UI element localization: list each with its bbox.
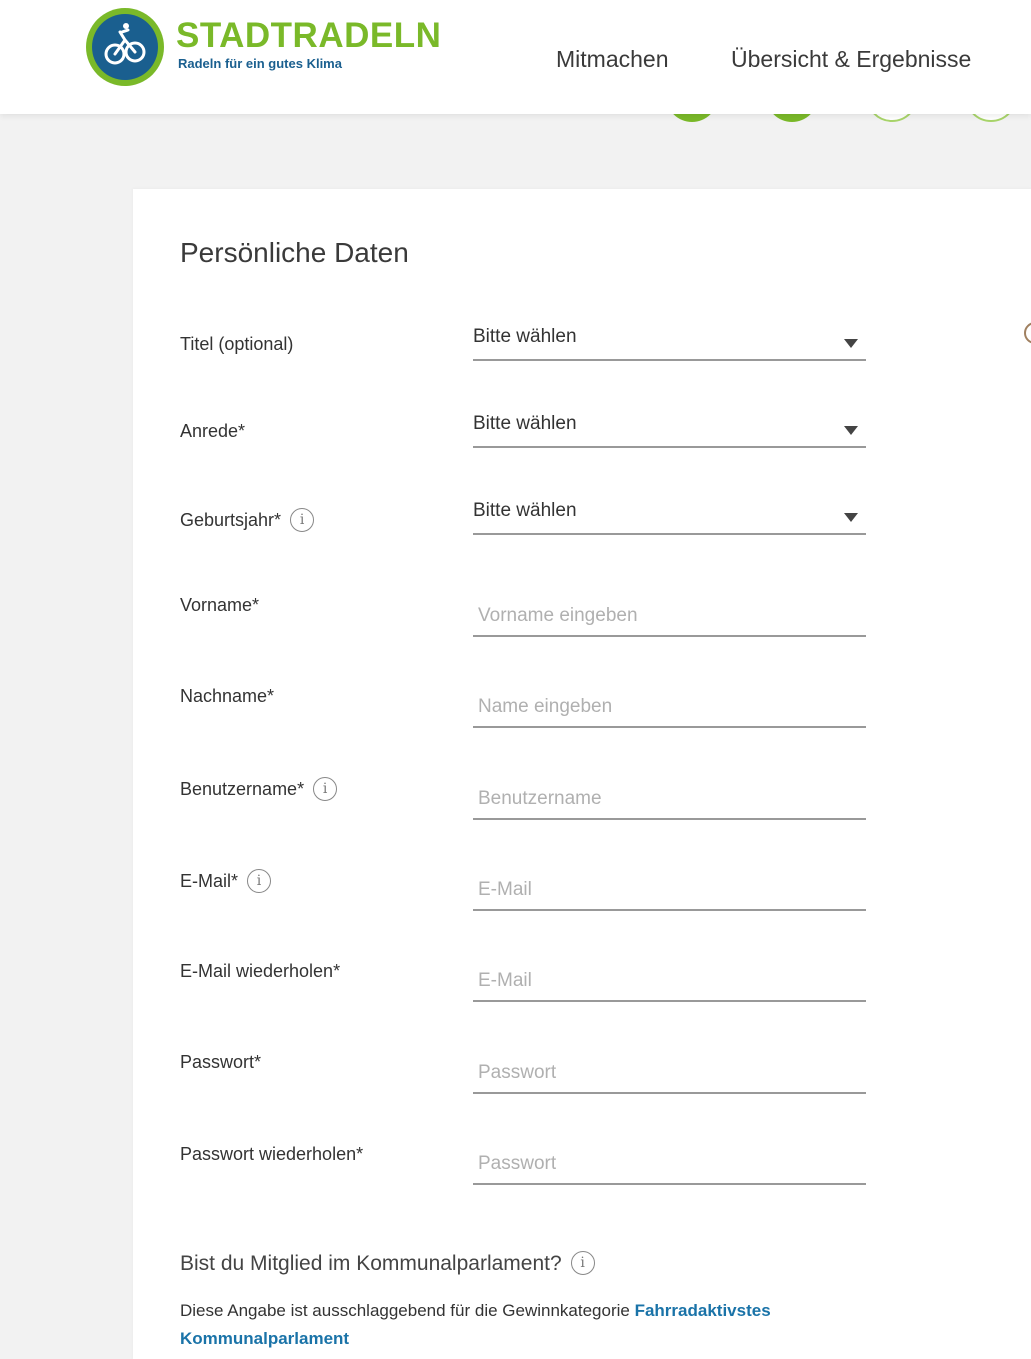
email-input[interactable] [473,871,866,911]
dropdown-arrow-icon [844,426,858,435]
vorname-input[interactable] [473,597,866,637]
brand-name: STADTRADELN [176,16,442,55]
password-input[interactable] [473,1054,866,1094]
brand-tagline: Radeln für ein gutes Klima [178,56,342,71]
kommunalparlament-question: Bist du Mitglied im Kommunalparlament? i [180,1251,595,1275]
nachname-input[interactable] [473,688,866,728]
site-header: STADTRADELN Radeln für ein gutes Klima M… [0,0,1031,114]
benutzername-input[interactable] [473,780,866,820]
label-email: E-Mail* i [180,869,272,893]
label-email-wiederholen: E-Mail wiederholen* [180,961,341,981]
label-geburtsjahr: Geburtsjahr* i [180,508,315,532]
label-titel: Titel (optional) [180,334,294,354]
label-passwort-wiederholen: Passwort wiederholen* [180,1144,364,1164]
kommunalparlament-note: Diese Angabe ist ausschlaggebend für die… [180,1301,771,1348]
titel-select[interactable]: Bitte wählen [473,325,866,361]
label-vorname: Vorname* [180,595,260,615]
label-passwort: Passwort* [180,1052,262,1072]
label-anrede: Anrede* [180,421,246,441]
section-title: Persönliche Daten [180,237,409,268]
info-icon[interactable]: i [570,1251,595,1275]
nav-uebersicht-ergebnisse[interactable]: Übersicht & Ergebnisse [731,48,971,71]
info-icon[interactable]: i [290,508,315,532]
geburtsjahr-select[interactable]: Bitte wählen [473,499,866,535]
logo-bicycle-icon [92,14,158,80]
info-icon[interactable]: i [313,777,338,801]
info-icon[interactable]: i [247,869,272,893]
dropdown-arrow-icon [844,513,858,522]
nav-mitmachen[interactable]: Mitmachen [556,48,668,71]
password-repeat-input[interactable] [473,1145,866,1185]
label-nachname: Nachname* [180,686,275,706]
label-benutzername: Benutzername* i [180,777,338,801]
email-repeat-input[interactable] [473,962,866,1002]
anrede-select[interactable]: Bitte wählen [473,412,866,448]
logo[interactable] [86,8,164,86]
dropdown-arrow-icon [844,339,858,348]
